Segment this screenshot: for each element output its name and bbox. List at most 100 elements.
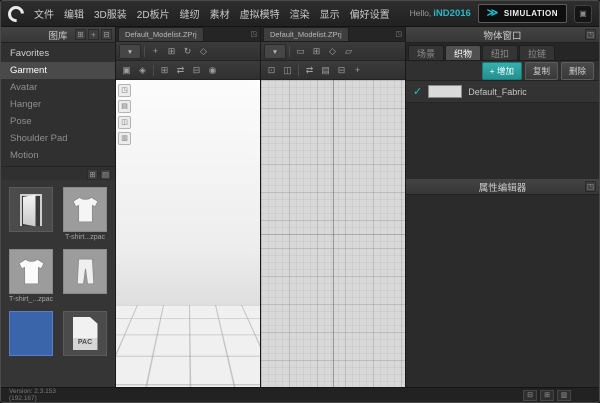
thumb-tshirt-1[interactable]: T-shirt...zpac xyxy=(61,187,109,242)
tab-3d-project[interactable]: Default_Modelist.ZPrj xyxy=(118,27,204,41)
pin-tool-icon[interactable]: + xyxy=(148,44,163,59)
menu-2d-pattern[interactable]: 2D板片 xyxy=(136,4,171,23)
plus-icon: + xyxy=(490,66,495,76)
viewport-3d-side-toolbar: ◳ ▤ ◫ ▥ xyxy=(118,84,131,145)
mesh-view-tool-icon[interactable]: ⊞ xyxy=(157,63,172,78)
simulation-button[interactable]: ≫ SIMULATION xyxy=(478,4,567,23)
folder-up-tile xyxy=(9,187,53,232)
view-preset-icon-2[interactable]: ▤ xyxy=(118,100,131,113)
grid-tool-icon[interactable]: ⊞ xyxy=(309,44,324,59)
library-item-hanger[interactable]: Hanger xyxy=(1,96,115,113)
pac-file-tile: PAC xyxy=(63,311,107,356)
menu-bar: 文件 编辑 3D服装 2D板片 缝纫 素材 虚拟模特 渲染 显示 偏好设置 He… xyxy=(1,1,599,27)
library-item-pose[interactable]: Pose xyxy=(1,113,115,130)
layout-single-icon[interactable]: ⊟ xyxy=(523,390,537,401)
thumb-tshirt-2[interactable]: T-shirt_...zpac xyxy=(7,249,55,304)
add-item-icon[interactable]: + xyxy=(88,29,99,40)
popout-icon[interactable]: ◳ xyxy=(250,30,257,38)
tab-fabric[interactable]: 织物 xyxy=(445,45,481,60)
floor-grid xyxy=(116,305,260,387)
tab-2d-project[interactable]: Default_Modelist.ZPrj xyxy=(263,27,349,41)
tab-zipper[interactable]: 拉链 xyxy=(519,45,555,60)
fabric-color-swatch xyxy=(428,85,462,98)
thumb-pac-file[interactable]: PAC xyxy=(61,311,109,366)
layout-panel-icon[interactable]: ▥ xyxy=(557,390,571,401)
library-thumbnail-grid: T-shirt...zpac T-shirt_...zpac xyxy=(1,180,115,387)
view-preset-icon-1[interactable]: ◳ xyxy=(118,84,131,97)
avatar-view-tool-icon[interactable]: ◉ xyxy=(205,63,220,78)
view-preset-icon-4[interactable]: ▥ xyxy=(118,132,131,145)
menu-edit[interactable]: 编辑 xyxy=(63,4,85,23)
menu-file[interactable]: 文件 xyxy=(33,4,55,23)
add-point-tool-icon[interactable]: + xyxy=(350,63,365,78)
toolbar-separator xyxy=(298,65,299,76)
add-label: 增加 xyxy=(497,66,514,76)
viewport-3d-toolbar-row1: ▼ + ⊞ ↻ ◇ xyxy=(116,42,260,61)
hide-tool-icon[interactable]: ⊟ xyxy=(189,63,204,78)
library-item-avatar[interactable]: Avatar xyxy=(1,79,115,96)
menu-3d-garment[interactable]: 3D服装 xyxy=(93,4,128,23)
tshirt-tile xyxy=(63,187,107,232)
rotate-view-tool-icon[interactable]: ↻ xyxy=(180,44,195,59)
thumbnail-toolbar: ⊞ ▤ xyxy=(1,166,115,180)
texture-view-tool-icon[interactable]: ◈ xyxy=(135,63,150,78)
window-menu-button[interactable]: ▣ xyxy=(574,5,592,23)
property-editor-header: 属性编辑器 ◳ xyxy=(406,179,599,195)
swap-tool-icon[interactable]: ⇄ xyxy=(302,63,317,78)
door-panel xyxy=(23,194,36,226)
username[interactable]: iND2016 xyxy=(433,8,471,19)
menu-sewing[interactable]: 缝纫 xyxy=(179,4,201,23)
polygon-tool-icon[interactable]: ▱ xyxy=(341,44,356,59)
menu-avatar[interactable]: 虚拟模特 xyxy=(239,4,281,23)
tshirt-icon xyxy=(69,193,102,226)
sewing-tool-icon[interactable]: ⊡ xyxy=(264,63,279,78)
menu-preferences[interactable]: 偏好设置 xyxy=(349,4,391,23)
viewport-2d-canvas[interactable] xyxy=(261,80,405,387)
mode-dropdown-icon[interactable]: ▼ xyxy=(119,44,141,59)
texture-edit-tool-icon[interactable]: ▤ xyxy=(318,63,333,78)
sync-tool-icon[interactable]: ⇄ xyxy=(173,63,188,78)
grid-view-icon[interactable]: ⊞ xyxy=(75,29,86,40)
popout-icon[interactable]: ◳ xyxy=(395,30,402,38)
viewport-2d-tabbar: Default_Modelist.ZPrj ◳ xyxy=(261,27,405,42)
thumbnail-view-icon[interactable]: ⊞ xyxy=(87,169,98,180)
toolbar-separator xyxy=(144,46,145,57)
thumb-fabric[interactable] xyxy=(7,311,55,366)
layout-split-icon[interactable]: ⊞ xyxy=(540,390,554,401)
popout-icon[interactable]: ◳ xyxy=(585,29,596,40)
check-icon: ✓ xyxy=(413,85,422,98)
collapse-icon[interactable]: ⊟ xyxy=(101,29,112,40)
tab-button[interactable]: 纽扣 xyxy=(482,45,518,60)
library-item-motion[interactable]: Motion xyxy=(1,147,115,164)
list-view-icon[interactable]: ▤ xyxy=(100,169,111,180)
gizmo-tool-icon[interactable]: ◇ xyxy=(196,44,211,59)
show-garment-tool-icon[interactable]: ▣ xyxy=(119,63,134,78)
library-item-garment[interactable]: Garment xyxy=(1,62,115,79)
hide-pattern-tool-icon[interactable]: ⊟ xyxy=(334,63,349,78)
popout-icon[interactable]: ◳ xyxy=(585,181,596,192)
menu-render[interactable]: 渲染 xyxy=(289,4,311,23)
fabric-list-item[interactable]: ✓ Default_Fabric xyxy=(406,81,599,103)
menu-display[interactable]: 显示 xyxy=(319,4,341,23)
library-item-favorites[interactable]: Favorites xyxy=(1,45,115,62)
property-editor-title: 属性编辑器 xyxy=(479,180,527,194)
tab-scene[interactable]: 场景 xyxy=(408,45,444,60)
mode-dropdown-icon[interactable]: ▼ xyxy=(264,44,286,59)
view-preset-icon-3[interactable]: ◫ xyxy=(118,116,131,129)
pattern-tool-icon[interactable]: ▭ xyxy=(293,44,308,59)
viewport-3d-canvas[interactable]: ◳ ▤ ◫ ▥ xyxy=(116,80,260,387)
copy-fabric-button[interactable]: 复制 xyxy=(525,62,558,80)
thumb-folder-up[interactable] xyxy=(7,187,55,242)
add-fabric-button[interactable]: + 增加 xyxy=(482,62,522,80)
select-box-tool-icon[interactable]: ⊞ xyxy=(164,44,179,59)
library-item-shoulder-pad[interactable]: Shoulder Pad xyxy=(1,130,115,147)
point-edit-tool-icon[interactable]: ◇ xyxy=(325,44,340,59)
pants-icon xyxy=(69,255,102,288)
thumb-pants[interactable] xyxy=(61,249,109,304)
delete-fabric-button[interactable]: 删除 xyxy=(561,62,594,80)
app-logo-icon xyxy=(5,2,28,25)
version-info: Version: 2.3.153 (192.167) xyxy=(9,388,56,402)
segment-sew-tool-icon[interactable]: ◫ xyxy=(280,63,295,78)
thumb-label: T-shirt...zpac xyxy=(65,234,105,242)
menu-material[interactable]: 素材 xyxy=(209,4,231,23)
